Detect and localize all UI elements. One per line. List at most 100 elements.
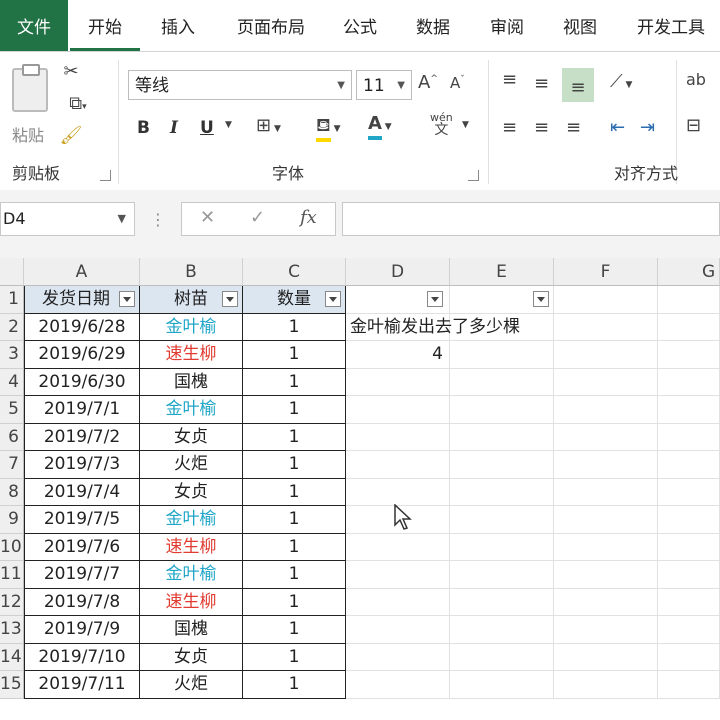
cell-e4[interactable]	[450, 368, 554, 396]
cell-f6[interactable]	[554, 423, 658, 451]
cell-g15[interactable]	[658, 671, 720, 699]
table-cell[interactable]: 1	[243, 533, 346, 561]
table-cell[interactable]: 2019/7/9	[24, 616, 140, 644]
tab-formulas[interactable]: 公式	[330, 0, 390, 52]
table-cell[interactable]: 速生柳	[140, 588, 243, 616]
table-cell[interactable]: 金叶榆	[140, 506, 243, 534]
cell-e12[interactable]	[450, 588, 554, 616]
row-header[interactable]: 9	[0, 506, 24, 534]
cell-d13[interactable]	[346, 616, 450, 644]
cell-d6[interactable]	[346, 423, 450, 451]
decrease-indent-button[interactable]: ⇤	[610, 116, 625, 140]
phonetic-dropdown[interactable]: ▼	[462, 120, 469, 130]
table-cell[interactable]: 2019/7/6	[24, 533, 140, 561]
formula-bar-grip-icon[interactable]: ⋮	[150, 210, 167, 229]
align-center-button[interactable]: ≡	[534, 116, 549, 140]
column-header-b[interactable]: B	[140, 258, 243, 286]
cell-g7[interactable]	[658, 451, 720, 479]
row-header[interactable]: 13	[0, 616, 24, 644]
cell-e5[interactable]	[450, 396, 554, 424]
cell-f8[interactable]	[554, 478, 658, 506]
table-cell[interactable]: 速生柳	[140, 341, 243, 369]
table-cell[interactable]: 2019/7/8	[24, 588, 140, 616]
cell-d5[interactable]	[346, 396, 450, 424]
column-header-g[interactable]: G	[658, 258, 720, 286]
table-cell[interactable]: 1	[243, 671, 346, 699]
cell-e13[interactable]	[450, 616, 554, 644]
table-cell[interactable]: 1	[243, 368, 346, 396]
cell-g11[interactable]	[658, 561, 720, 589]
table-cell[interactable]: 1	[243, 478, 346, 506]
table-header-a[interactable]: 发货日期	[24, 286, 140, 314]
filter-dropdown-icon[interactable]	[222, 291, 238, 307]
tab-data[interactable]: 数据	[402, 0, 464, 52]
cell-e9[interactable]	[450, 506, 554, 534]
table-cell[interactable]: 2019/7/11	[24, 671, 140, 699]
table-cell[interactable]: 2019/7/7	[24, 561, 140, 589]
cell-e8[interactable]	[450, 478, 554, 506]
paste-button[interactable]: 粘贴	[6, 64, 50, 145]
font-name-select[interactable]: 等线 ▼	[128, 70, 352, 100]
table-cell[interactable]: 2019/7/2	[24, 423, 140, 451]
cell-f11[interactable]	[554, 561, 658, 589]
table-cell[interactable]: 1	[243, 313, 346, 341]
cell-f7[interactable]	[554, 451, 658, 479]
cell-d1[interactable]	[346, 286, 450, 314]
row-header[interactable]: 12	[0, 588, 24, 616]
cut-button[interactable]: ✂	[58, 60, 84, 84]
cell-e7[interactable]	[450, 451, 554, 479]
table-cell[interactable]: 1	[243, 616, 346, 644]
increase-font-button[interactable]: A^	[418, 72, 438, 93]
table-cell[interactable]: 1	[243, 561, 346, 589]
cell-d15[interactable]	[346, 671, 450, 699]
cell-e6[interactable]	[450, 423, 554, 451]
cell-d4[interactable]	[346, 368, 450, 396]
cell-g10[interactable]	[658, 533, 720, 561]
tab-view[interactable]: 视图	[550, 0, 610, 52]
row-header[interactable]: 4	[0, 368, 24, 396]
select-all-corner[interactable]	[0, 258, 24, 286]
table-cell[interactable]: 2019/6/29	[24, 341, 140, 369]
cell-g13[interactable]	[658, 616, 720, 644]
filter-dropdown-icon[interactable]	[325, 291, 341, 307]
phonetic-button[interactable]: wén 文	[430, 112, 453, 138]
table-cell[interactable]: 女贞	[140, 478, 243, 506]
cell-f9[interactable]	[554, 506, 658, 534]
tab-developer[interactable]: 开发工具	[622, 0, 720, 52]
cell-f14[interactable]	[554, 643, 658, 671]
table-header-c[interactable]: 数量	[243, 286, 346, 314]
font-launcher-icon[interactable]	[468, 170, 479, 181]
copy-button[interactable]: ⧉▾	[58, 92, 98, 116]
table-cell[interactable]: 金叶榆	[140, 396, 243, 424]
align-middle-button[interactable]: ≡	[534, 72, 549, 96]
cell-f2[interactable]	[554, 313, 658, 341]
table-cell[interactable]: 国槐	[140, 368, 243, 396]
cell-d7[interactable]	[346, 451, 450, 479]
insert-function-icon[interactable]: fx	[300, 207, 317, 228]
cell-g9[interactable]	[658, 506, 720, 534]
table-cell[interactable]: 火炬	[140, 671, 243, 699]
bold-button[interactable]: B	[137, 118, 150, 138]
wrap-text-button[interactable]: ab	[686, 70, 706, 89]
formula-input[interactable]	[342, 202, 720, 236]
row-header[interactable]: 6	[0, 423, 24, 451]
cell-f10[interactable]	[554, 533, 658, 561]
question-cell[interactable]: 金叶榆发出去了多少棵	[346, 313, 520, 341]
filter-dropdown-icon[interactable]	[427, 291, 443, 307]
cell-f13[interactable]	[554, 616, 658, 644]
italic-button[interactable]: I	[170, 118, 178, 138]
row-header[interactable]: 7	[0, 451, 24, 479]
decrease-font-button[interactable]: Aˇ	[450, 74, 465, 92]
filter-dropdown-icon[interactable]	[533, 291, 549, 307]
table-cell[interactable]: 2019/7/4	[24, 478, 140, 506]
row-header[interactable]: 14	[0, 643, 24, 671]
cell-f3[interactable]	[554, 341, 658, 369]
answer-cell[interactable]: 4	[346, 341, 450, 369]
table-cell[interactable]: 金叶榆	[140, 561, 243, 589]
tab-file[interactable]: 文件	[0, 0, 68, 52]
column-header-a[interactable]: A	[24, 258, 140, 286]
table-cell[interactable]: 2019/7/10	[24, 643, 140, 671]
row-header[interactable]: 1	[0, 286, 24, 314]
borders-button[interactable]: ⊞ ▼	[256, 114, 281, 138]
filter-dropdown-icon[interactable]	[119, 291, 135, 307]
